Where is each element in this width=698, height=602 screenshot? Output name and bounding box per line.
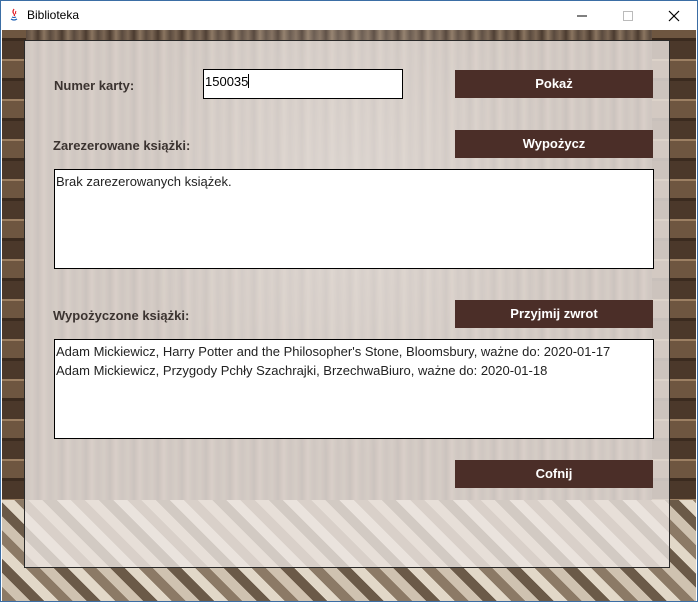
list-item: Adam Mickiewicz, Przygody Pchły Szachraj… — [56, 363, 548, 378]
window-title: Biblioteka — [27, 8, 80, 22]
borrowed-books-label: Wypożyczone książki: — [53, 308, 190, 323]
java-icon — [7, 8, 21, 22]
borrowed-books-list[interactable]: Adam Mickiewicz, Harry Potter and the Ph… — [54, 339, 654, 439]
list-item: Brak zarezerowanych książek. — [56, 174, 232, 189]
reserved-books-label: Zarezerowane książki: — [53, 138, 191, 153]
form-panel: Numer karty: 150035 Pokaż Zarezerowane k… — [24, 40, 670, 568]
borrow-button[interactable]: Wypożycz — [455, 130, 653, 158]
close-icon — [668, 10, 680, 22]
maximize-button[interactable] — [605, 1, 651, 30]
reserved-books-list[interactable]: Brak zarezerowanych książek. — [54, 169, 654, 269]
show-button[interactable]: Pokaż — [455, 70, 653, 98]
card-number-input[interactable]: 150035 — [203, 69, 403, 99]
return-button[interactable]: Przyjmij zwrot — [455, 300, 653, 328]
minimize-icon — [577, 15, 587, 17]
list-item: Adam Mickiewicz, Harry Potter and the Ph… — [56, 344, 611, 359]
title-bar[interactable]: Biblioteka — [1, 1, 697, 30]
minimize-button[interactable] — [559, 1, 605, 30]
text-caret — [248, 74, 250, 88]
app-window: Biblioteka Numer karty: 150035 Pokaż Zar… — [0, 0, 698, 602]
card-number-label: Numer karty: — [54, 78, 135, 93]
close-button[interactable] — [651, 1, 697, 30]
maximize-icon — [623, 11, 633, 21]
library-background: Numer karty: 150035 Pokaż Zarezerowane k… — [2, 30, 696, 601]
back-button[interactable]: Cofnij — [455, 460, 653, 488]
